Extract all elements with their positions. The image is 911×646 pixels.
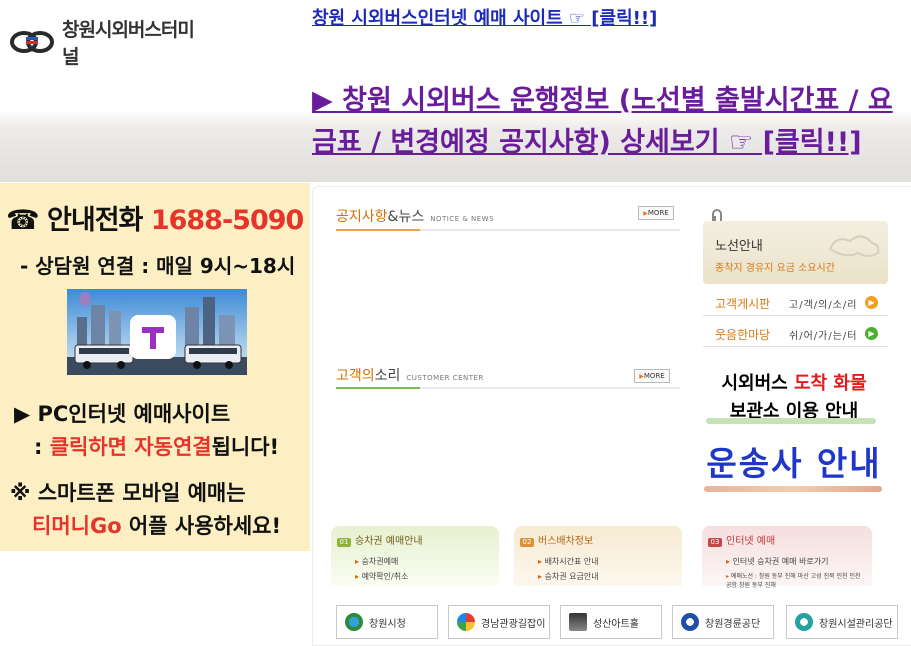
voice-more-button[interactable]: ▶MORE (634, 369, 670, 383)
auto-connect-text: 클릭하면 자동연결 (49, 435, 212, 459)
facility-corp-icon (795, 613, 813, 631)
phone-number: 1688-5090 (150, 205, 304, 236)
gyeongnam-tour-icon (457, 613, 475, 631)
cycle-corp-icon (681, 613, 699, 631)
notice-more-button[interactable]: ▶MORE (638, 206, 674, 220)
ticket-site-link[interactable]: 창원 시외버스인터넷 예매 사이트 ☞ [클릭!!] (312, 4, 657, 30)
humor-board-row[interactable]: 웃음한마당 쉬/어/가/는/터 ▶ (703, 322, 888, 347)
go-arrow-icon: ▶ (865, 296, 878, 309)
route-info-title: 노선안내 (715, 239, 763, 254)
go-arrow-icon: ▶ (865, 327, 878, 340)
changwon-city-icon (345, 613, 363, 631)
service-hours: - 상담원 연결 : 매일 9시~18시 (20, 254, 296, 278)
customer-board-text: 고/객/의/소/리 (789, 300, 858, 311)
site-logo[interactable]: 창원시외버스터미널 (8, 19, 208, 68)
city-bus-illustration (67, 292, 247, 375)
customer-board-row[interactable]: 고객게시판 고/객/의/소/리 ▶ (703, 291, 888, 316)
brush-stroke-orange (704, 486, 882, 492)
box-link[interactable]: 승차권예매 (355, 556, 399, 567)
internet-booking-box[interactable]: 03인터넷 예매 인터넷 승차권 예매 바로가기 예매노선 : 창원 동부 진해… (702, 526, 872, 589)
brush-stroke-green (706, 418, 876, 424)
carrier-info-banner[interactable]: 운송사 안내 (706, 437, 882, 485)
customer-voice-title: 고객의소리 CUSTOMER CENTER (336, 368, 484, 384)
footer-link-gyeongnam-tour[interactable]: 경남관광길잡이 (448, 605, 550, 639)
tmoney-go-text: 티머니Go (32, 514, 122, 538)
voice-divider-accent (336, 387, 420, 389)
footer-link-changwon-cycle[interactable]: 창원경륜공단 (672, 605, 774, 639)
footer-link-seongsan-arthall[interactable]: 성산아트홀 (560, 605, 662, 639)
footer-link-changwon-city[interactable]: 창원시청 (336, 605, 438, 639)
terminal-logo-icon (8, 29, 56, 55)
pc-booking-desc[interactable]: : 클릭하면 자동연결됩니다! (34, 431, 279, 461)
route-info-subtitle: 종착지 경유지 요금 소요시간 (715, 263, 835, 274)
notice-divider-accent (336, 229, 420, 231)
customer-board-label: 고객게시판 (715, 297, 771, 311)
cloud-pattern-icon (828, 235, 880, 257)
bus-schedule-box[interactable]: 02버스배차정보 배차시간표 안내 승차권 요금안내 (514, 526, 682, 586)
arthall-icon (569, 613, 587, 631)
humor-board-label: 웃음한마당 (715, 328, 771, 342)
mobile-booking-title: ※ 스마트폰 모바일 예매는 (10, 481, 246, 505)
pc-booking-title: ▶ PC인터넷 예매사이트 (14, 402, 231, 426)
phone-line: ☎ 안내전화 1688-5090 (6, 198, 304, 237)
box-route-note: 예매노선 : 창원 동부 진해 마산 고성 진북 인천 인천공항 창원 동부 진… (726, 571, 866, 589)
schedule-info-link[interactable]: ▶ 창원 시외버스 운행정보 (노선별 출발시간표 / 요금표 / 변경예정 공… (312, 80, 907, 164)
box-link[interactable]: 배차시간표 안내 (538, 556, 599, 567)
mobile-booking-desc: 티머니Go 어플 사용하세요! (32, 514, 282, 538)
humor-board-text: 쉬/어/가/는/터 (789, 331, 858, 342)
route-info-card[interactable]: 노선안내 종착지 경유지 요금 소요시간 (703, 221, 888, 284)
box-link[interactable]: 인터넷 승차권 예매 바로가기 (726, 556, 829, 567)
box-link[interactable]: 예약확인/취소 (355, 571, 409, 582)
notice-section-title: 공지사항&뉴스 NOTICE & NEWS (336, 209, 495, 225)
footer-link-facility-corp[interactable]: 창원시설관리공단 (786, 605, 898, 639)
phone-label: ☎ 안내전화 (6, 205, 143, 236)
tmoney-bus-image[interactable] (67, 289, 247, 375)
logo-text: 창원시외버스터미널 (62, 19, 195, 68)
box-link[interactable]: 승차권 요금안내 (538, 571, 599, 582)
ticket-booking-box[interactable]: 01승차권 예매안내 승차권예매 예약확인/취소 (331, 526, 499, 586)
